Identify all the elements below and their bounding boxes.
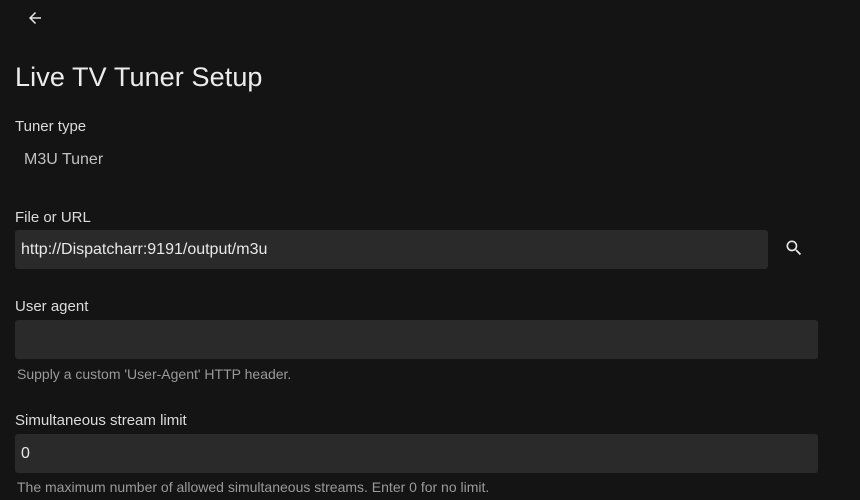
browse-search-button[interactable]	[776, 230, 812, 266]
file-or-url-input[interactable]	[15, 230, 768, 269]
stream-limit-input[interactable]	[15, 434, 818, 473]
page-title: Live TV Tuner Setup	[15, 62, 263, 92]
back-button[interactable]	[22, 5, 48, 31]
tuner-type-value: M3U Tuner	[24, 151, 104, 168]
search-icon	[786, 240, 802, 256]
tuner-setup-page: Live TV Tuner Setup Tuner type M3U Tuner…	[0, 0, 860, 500]
file-or-url-label: File or URL	[15, 209, 91, 226]
stream-limit-label: Simultaneous stream limit	[15, 412, 187, 429]
stream-limit-help: The maximum number of allowed simultaneo…	[17, 479, 490, 495]
user-agent-help: Supply a custom 'User-Agent' HTTP header…	[17, 366, 292, 382]
user-agent-input[interactable]	[15, 320, 818, 359]
user-agent-label: User agent	[15, 298, 89, 315]
arrow-left-icon	[29, 12, 41, 24]
tuner-type-label: Tuner type	[15, 118, 87, 135]
